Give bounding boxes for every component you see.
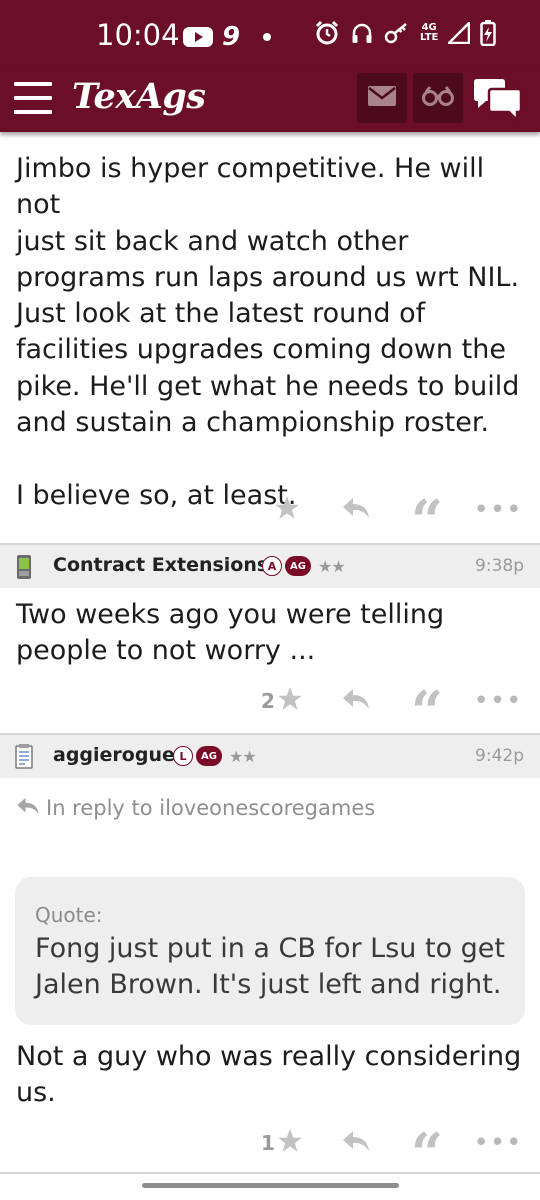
reply-to-link[interactable]: In reply to iloveonescoregames xyxy=(16,796,375,820)
quote-button[interactable]: “ xyxy=(406,681,443,740)
more-icon: ••• xyxy=(473,686,523,716)
badge-letter: A xyxy=(262,556,282,576)
like-button[interactable]: 2 xyxy=(252,681,312,721)
mail-button[interactable] xyxy=(357,73,407,123)
badge-ag: AG xyxy=(196,746,222,766)
reply-to-text: In reply to iloveonescoregames xyxy=(46,796,376,820)
network-type: 4G LTE xyxy=(420,22,439,43)
reply-icon xyxy=(16,796,40,820)
headphones-icon xyxy=(350,21,374,45)
star-icon xyxy=(277,686,303,716)
post-actions: 2 “ ••• xyxy=(0,681,540,740)
like-count: 2 xyxy=(261,689,275,713)
reply-button[interactable] xyxy=(340,490,372,530)
post-header: aggierogue L AG ★★ 9:42p xyxy=(0,735,540,778)
badge-stars: ★★ xyxy=(229,746,257,766)
post-body: Jimbo is hyper competitive. He will not … xyxy=(16,153,520,511)
reply-button[interactable] xyxy=(340,681,372,721)
battery-icon xyxy=(480,20,497,46)
home-indicator[interactable] xyxy=(142,1183,399,1188)
post-username[interactable]: Contract Extensions xyxy=(53,554,268,576)
youtube-icon xyxy=(183,26,213,48)
texags-logo[interactable]: TexAgs xyxy=(72,76,206,117)
like-button[interactable] xyxy=(262,490,312,530)
notification-count: 9 xyxy=(222,22,241,52)
signal-icon xyxy=(448,22,471,44)
more-button[interactable]: ••• xyxy=(474,681,522,721)
post-username[interactable]: aggierogue xyxy=(53,744,175,766)
post-actions: 1 “ ••• xyxy=(0,1123,540,1182)
reply-icon xyxy=(342,497,370,523)
status-system-icons: 4G LTE xyxy=(314,20,497,46)
quote-text: Fong just put in a CB for Lsu to get Jal… xyxy=(35,933,506,1001)
post-time: 9:42p xyxy=(475,746,524,766)
star-icon xyxy=(277,1128,303,1158)
phone-icon xyxy=(14,554,34,580)
dot-icon xyxy=(263,33,272,41)
key-icon xyxy=(384,21,410,45)
quote-icon: “ xyxy=(410,679,443,745)
post-body: Two weeks ago you were telling people to… xyxy=(16,599,445,667)
user-badges: L AG ★★ xyxy=(173,746,257,766)
mail-icon xyxy=(368,86,396,110)
post-body: Not a guy who was really considering us. xyxy=(16,1041,522,1109)
status-notifications: 9 xyxy=(183,22,272,52)
status-time: 10:04 xyxy=(96,18,180,52)
like-button[interactable]: 1 xyxy=(252,1123,312,1163)
reply-icon xyxy=(342,688,370,714)
chat-icon[interactable] xyxy=(472,78,524,124)
quote-label: Quote: xyxy=(35,903,103,927)
binoculars-icon xyxy=(422,86,454,110)
menu-icon[interactable] xyxy=(14,82,52,114)
star-icon xyxy=(274,495,300,525)
more-icon: ••• xyxy=(473,1128,523,1158)
badge-stars: ★★ xyxy=(318,556,346,576)
post-time: 9:38p xyxy=(475,556,524,576)
post-header: Contract Extensions A AG ★★ 9:38p xyxy=(0,545,540,588)
alarm-icon xyxy=(314,20,340,46)
more-button[interactable]: ••• xyxy=(474,490,522,530)
badge-ag: AG xyxy=(285,556,311,576)
binoculars-button[interactable] xyxy=(413,73,463,123)
quote-button[interactable]: “ xyxy=(406,1123,443,1182)
quote-block: Quote: Fong just put in a CB for Lsu to … xyxy=(15,877,525,1025)
reply-icon xyxy=(342,1130,370,1156)
reply-button[interactable] xyxy=(340,1123,372,1163)
user-badges: A AG ★★ xyxy=(262,556,346,576)
app-header: TexAgs xyxy=(0,70,540,132)
more-icon: ••• xyxy=(473,495,523,525)
like-count: 1 xyxy=(261,1131,275,1155)
status-bar: 10:04 9 4G LTE xyxy=(0,0,540,70)
post-divider xyxy=(0,1172,540,1174)
badge-letter: L xyxy=(173,746,193,766)
post-actions: “ ••• xyxy=(0,490,540,549)
quote-icon: “ xyxy=(410,488,443,554)
notepad-icon xyxy=(14,744,34,770)
more-button[interactable]: ••• xyxy=(474,1123,522,1163)
quote-button[interactable]: “ xyxy=(406,490,443,549)
